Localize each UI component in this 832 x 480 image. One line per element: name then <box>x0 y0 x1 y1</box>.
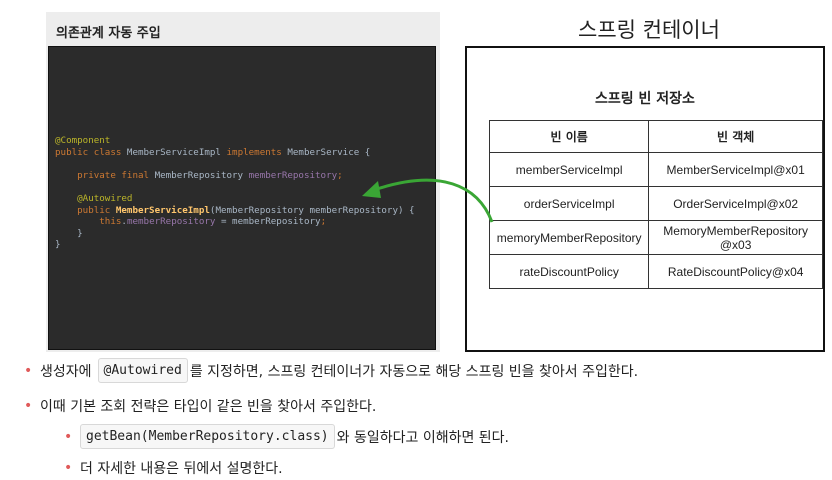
code-panel: @Component public class MemberServiceImpl… <box>48 46 436 350</box>
code-token: @Autowired <box>55 193 133 204</box>
bullet-item-getbean: • getBean(MemberRepository.class) 와 동일하다… <box>64 424 509 449</box>
bullet-dot-icon: • <box>24 362 33 379</box>
explanation-bullets: • 생성자에 @Autowired 를 지정하면, 스프링 컨테이너가 자동으로… <box>0 356 832 480</box>
bean-object-cell: MemberServiceImpl@x01 <box>648 152 823 187</box>
bullet-dot-icon: • <box>64 460 73 476</box>
code-line: public MemberServiceImpl(MemberRepositor… <box>55 204 415 216</box>
left-label: 의존관계 자동 주입 <box>56 26 161 41</box>
table-row: memoryMemberRepository MemoryMemberRepos… <box>488 220 823 255</box>
table-row: rateDiscountPolicy RateDiscountPolicy@x0… <box>488 254 823 289</box>
bean-object-cell: OrderServiceImpl@x02 <box>648 186 823 221</box>
spring-container-box: 스프링 빈 저장소 빈 이름 빈 객체 memberServiceImpl Me… <box>465 46 825 352</box>
code-token: @Component <box>55 135 111 146</box>
bullet-dot-icon: • <box>64 428 73 445</box>
code-token: this <box>55 216 122 228</box>
code-line: public class MemberServiceImpl implement… <box>55 147 370 158</box>
code-token: public class <box>55 146 127 158</box>
bean-table-header-row: 빈 이름 빈 객체 <box>488 120 823 153</box>
code-token: } <box>55 227 83 239</box>
code-line: this.memberRepository = memberRepository… <box>55 216 326 227</box>
table-row: orderServiceImpl OrderServiceImpl@x02 <box>488 186 823 221</box>
autowire-diagram: 의존관계 자동 주입 스프링 컨테이너 @Component public cla… <box>0 0 832 352</box>
bean-name-cell: rateDiscountPolicy <box>488 254 650 289</box>
code-token: MemberService { <box>287 146 371 158</box>
bullet-text: 더 자세한 내용은 뒤에서 설명한다. <box>80 461 283 477</box>
bean-object-cell: RateDiscountPolicy@x04 <box>648 254 823 289</box>
code-token: memberRepository <box>126 216 216 228</box>
bean-object-header: 빈 객체 <box>648 120 823 153</box>
code-token: = memberRepository <box>215 216 321 228</box>
code-token: } <box>55 239 61 251</box>
code-token: public <box>55 204 116 216</box>
inline-code-getbean: getBean(MemberRepository.class) <box>80 424 335 449</box>
code-token: MemberServiceImpl <box>126 146 227 158</box>
code-token: MemberServiceImpl <box>115 204 210 216</box>
bean-store-title: 스프링 빈 저장소 <box>595 91 695 107</box>
bean-table: 빈 이름 빈 객체 memberServiceImpl MemberServic… <box>488 120 823 289</box>
container-label: 스프링 컨테이너 <box>578 18 720 42</box>
code-token: MemberRepository <box>154 169 249 181</box>
table-row: memberServiceImpl MemberServiceImpl@x01 <box>488 152 823 187</box>
inline-code-autowired: @Autowired <box>97 358 188 383</box>
bullet-item-strategy: • 이때 기본 조회 전략은 타입이 같은 빈을 찾아서 주입한다. <box>24 396 376 416</box>
bean-name-cell: orderServiceImpl <box>488 186 650 221</box>
code-token: ; <box>337 169 343 181</box>
code-line: } <box>55 239 61 250</box>
bean-name-cell: memoryMemberRepository <box>488 220 650 255</box>
bullet-dot-icon: • <box>24 398 33 414</box>
bean-name-header: 빈 이름 <box>488 120 650 153</box>
bullet-prefix: 생성자에 <box>40 363 92 380</box>
code-line: @Component <box>55 135 110 146</box>
code-line: } <box>55 228 83 239</box>
bullet-text: 와 동일하다고 이해하면 된다. <box>336 429 510 446</box>
bullet-item-autowired: • 생성자에 @Autowired 를 지정하면, 스프링 컨테이너가 자동으로… <box>24 358 638 383</box>
code-line: private final MemberRepository memberRep… <box>55 170 343 181</box>
code-token: implements <box>226 146 288 158</box>
code-token: private final <box>55 169 155 181</box>
code-token: (MemberRepository memberRepository) { <box>209 204 415 216</box>
bullet-text: 를 지정하면, 스프링 컨테이너가 자동으로 해당 스프링 빈을 찾아서 주입한… <box>189 363 639 380</box>
code-line: @Autowired <box>55 193 132 204</box>
bean-name-cell: memberServiceImpl <box>488 152 650 187</box>
bean-object-cell: MemoryMemberRepository @x03 <box>648 220 823 255</box>
bullet-item-more: • 더 자세한 내용은 뒤에서 설명한다. <box>64 458 283 478</box>
bullet-text: 이때 기본 조회 전략은 타입이 같은 빈을 찾아서 주입한다. <box>40 399 377 415</box>
code-token: memberRepository <box>248 169 338 181</box>
code-token: ; <box>320 216 327 228</box>
